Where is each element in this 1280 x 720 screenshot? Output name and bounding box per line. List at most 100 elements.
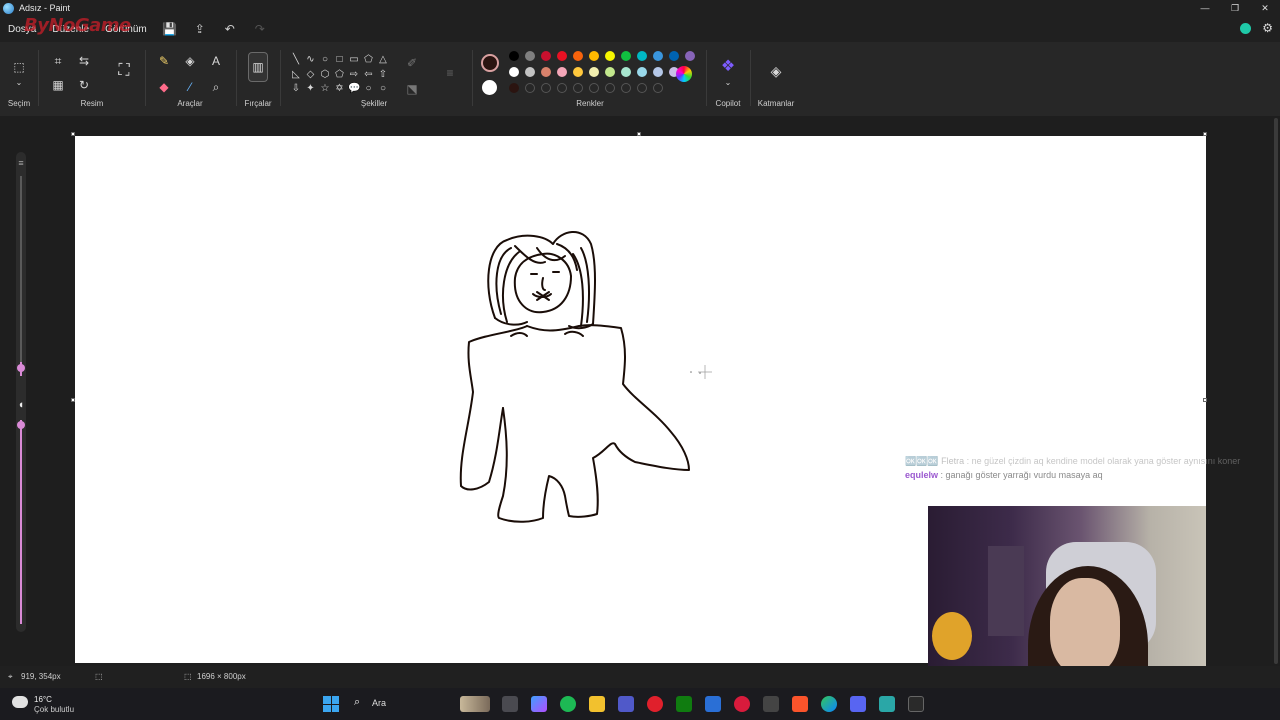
opacity-slider-thumb[interactable]: [17, 421, 25, 429]
color-swatch[interactable]: [605, 51, 615, 61]
custom-color-slot[interactable]: [557, 83, 567, 93]
color-swatch[interactable]: [525, 51, 535, 61]
media-player-icon[interactable]: [734, 696, 750, 712]
line-width-icon[interactable]: ≡: [442, 66, 458, 80]
shape-option[interactable]: △: [377, 54, 389, 66]
canvas-resize-handle[interactable]: [1203, 398, 1207, 402]
canvas-resize-handle[interactable]: [71, 398, 75, 402]
custom-color-slot[interactable]: [541, 83, 551, 93]
edge-icon[interactable]: [821, 696, 837, 712]
color-swatch[interactable]: [621, 67, 631, 77]
rotate-icon[interactable]: ↻: [76, 78, 92, 92]
eraser-icon[interactable]: ◆: [156, 80, 172, 94]
resize-icon[interactable]: ⇆: [76, 54, 92, 68]
background-removal-icon[interactable]: ⛶: [116, 63, 132, 79]
spotify-icon[interactable]: [560, 696, 576, 712]
canvas-resize-handle[interactable]: [1203, 132, 1207, 136]
shape-option[interactable]: ◺: [290, 69, 302, 81]
canvas-resize-handle[interactable]: [71, 132, 75, 136]
color-swatch[interactable]: [541, 51, 551, 61]
shape-option[interactable]: ⬠: [334, 69, 346, 81]
rectangle-select-icon[interactable]: ⬚: [11, 60, 27, 74]
weather-description[interactable]: Çok bulutlu: [34, 705, 74, 714]
taskbar-search[interactable]: Ara: [372, 698, 386, 708]
color-swatch[interactable]: [509, 83, 519, 93]
account-status-icon[interactable]: [1240, 23, 1251, 34]
secondary-color-swatch[interactable]: [482, 80, 497, 95]
maximize-button[interactable]: ❐: [1220, 0, 1250, 16]
custom-color-slot[interactable]: [653, 83, 663, 93]
weather-temperature[interactable]: 16°C: [34, 695, 52, 704]
vertical-scrollbar[interactable]: [1274, 118, 1278, 664]
color-swatch[interactable]: [573, 67, 583, 77]
shape-option[interactable]: ⇦: [363, 69, 375, 81]
size-slider-track[interactable]: [20, 176, 22, 362]
magnifier-icon[interactable]: ⌕: [208, 80, 224, 94]
shape-option[interactable]: ╲: [290, 54, 302, 66]
color-swatch[interactable]: [573, 51, 583, 61]
search-icon[interactable]: ⌕: [354, 696, 360, 709]
shape-option[interactable]: ○: [363, 83, 375, 95]
app-icon[interactable]: [879, 696, 895, 712]
color-swatch[interactable]: [637, 67, 647, 77]
capcut-icon[interactable]: [763, 696, 779, 712]
primary-color-swatch[interactable]: [481, 54, 499, 72]
chevron-down-icon[interactable]: ⌄: [720, 76, 736, 90]
shape-option[interactable]: ⬠: [363, 54, 375, 66]
pencil-icon[interactable]: ✎: [156, 54, 172, 68]
file-explorer-icon[interactable]: [589, 696, 605, 712]
shape-option[interactable]: ○: [377, 83, 389, 95]
size-slider-thumb[interactable]: [17, 364, 25, 372]
discord-icon[interactable]: [850, 696, 866, 712]
custom-color-slot[interactable]: [525, 83, 535, 93]
copilot-icon[interactable]: ❖: [720, 59, 736, 75]
shape-option[interactable]: ∿: [305, 54, 317, 66]
color-swatch[interactable]: [653, 67, 663, 77]
edit-colors-icon[interactable]: [676, 66, 692, 82]
color-swatch[interactable]: [589, 51, 599, 61]
close-button[interactable]: ✕: [1250, 0, 1280, 16]
share-icon[interactable]: ⇪: [185, 22, 215, 36]
chevron-down-icon[interactable]: ⌄: [11, 76, 27, 90]
shape-option[interactable]: ◇: [305, 69, 317, 81]
image-options-icon[interactable]: ▦: [50, 78, 66, 92]
text-icon[interactable]: A: [208, 54, 224, 68]
shape-option[interactable]: ○: [319, 54, 331, 66]
color-swatch[interactable]: [605, 67, 615, 77]
color-swatch[interactable]: [589, 67, 599, 77]
crop-icon[interactable]: ⌗: [50, 54, 66, 68]
teams-icon[interactable]: [618, 696, 634, 712]
shape-option[interactable]: ⇩: [290, 83, 302, 95]
opacity-slider-fill[interactable]: [20, 420, 22, 624]
shape-option[interactable]: ▭: [348, 54, 360, 66]
copilot-taskbar-icon[interactable]: [531, 696, 547, 712]
undo-icon[interactable]: ↶: [215, 22, 245, 36]
task-view-icon[interactable]: [502, 696, 518, 712]
paint-taskbar-icon[interactable]: [908, 696, 924, 712]
outline-icon[interactable]: ✐: [404, 56, 420, 70]
custom-color-slot[interactable]: [637, 83, 647, 93]
brush-selector-button[interactable]: ▥: [248, 52, 268, 82]
color-swatch[interactable]: [509, 67, 519, 77]
opera-icon[interactable]: [647, 696, 663, 712]
cloud-icon[interactable]: [12, 696, 28, 708]
fill-bucket-icon[interactable]: ◈: [182, 54, 198, 68]
color-swatch[interactable]: [557, 67, 567, 77]
shape-option[interactable]: ✦: [305, 83, 317, 95]
custom-color-slot[interactable]: [573, 83, 583, 93]
color-swatch[interactable]: [637, 51, 647, 61]
color-swatch[interactable]: [557, 51, 567, 61]
color-swatch[interactable]: [653, 51, 663, 61]
shape-option[interactable]: ⬡: [319, 69, 331, 81]
settings-icon[interactable]: ⚙: [1262, 21, 1273, 35]
save-icon[interactable]: 💾: [155, 22, 185, 36]
shape-option[interactable]: ⇨: [348, 69, 360, 81]
custom-color-slot[interactable]: [621, 83, 631, 93]
redo-icon[interactable]: ↷: [245, 22, 275, 36]
minimize-button[interactable]: —: [1190, 0, 1220, 16]
shape-option[interactable]: 💬: [348, 83, 360, 95]
shape-option[interactable]: □: [334, 54, 346, 66]
color-swatch[interactable]: [621, 51, 631, 61]
shape-option[interactable]: ✡: [334, 83, 346, 95]
brave-icon[interactable]: [792, 696, 808, 712]
